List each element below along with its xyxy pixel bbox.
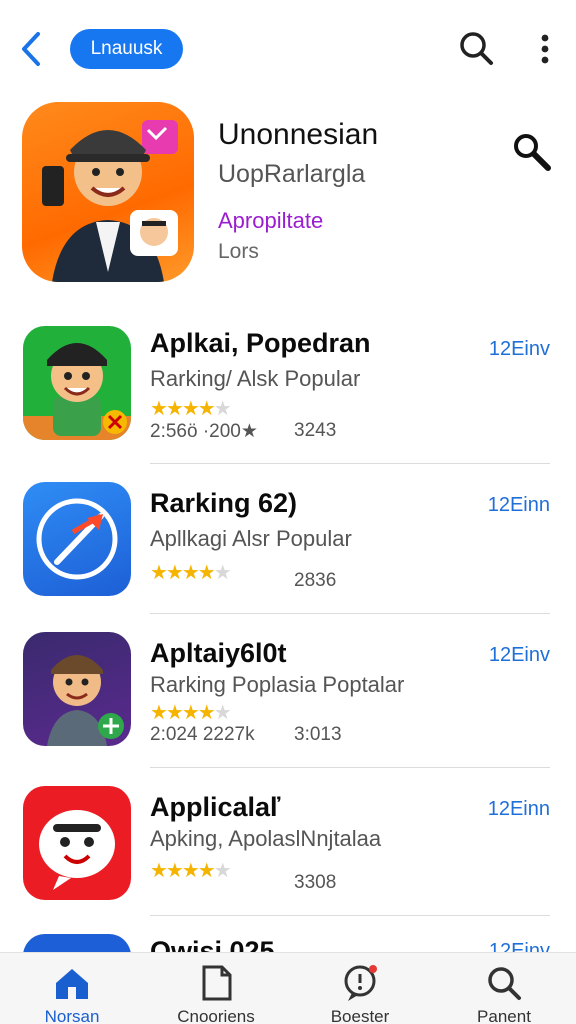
rating-stars: ★★★★★ bbox=[150, 398, 232, 420]
rating-stars: ★★★★★ bbox=[150, 860, 232, 882]
nav-item-chat[interactable]: Boester bbox=[288, 953, 432, 1024]
nav-item-search[interactable]: Panent bbox=[432, 953, 576, 1024]
back-button[interactable] bbox=[14, 28, 50, 70]
compass-icon bbox=[36, 498, 118, 580]
featured-app-subtitle: UopRarlargla bbox=[218, 160, 366, 188]
more-vertical-icon bbox=[541, 34, 549, 64]
app-count: 3:013 bbox=[294, 724, 342, 745]
app-description: Rarking/ Alsk Popular bbox=[150, 366, 361, 391]
more-options-button[interactable] bbox=[530, 30, 560, 68]
app-row[interactable]: Apltaiy6l0t Rarking Poplasia Poptalar ★★… bbox=[0, 630, 576, 768]
app-count: 3243 bbox=[294, 420, 337, 441]
featured-app-icon[interactable] bbox=[22, 102, 194, 282]
app-icon[interactable] bbox=[23, 482, 131, 596]
featured-app-meta: Lors bbox=[218, 240, 259, 263]
rating-stars: ★★★★★ bbox=[150, 562, 232, 584]
document-icon bbox=[202, 965, 232, 1001]
app-description: Rarking Poplasia Poptalar bbox=[150, 672, 405, 697]
app-name[interactable]: Apltaiy6l0t bbox=[150, 638, 287, 669]
nav-label: Boester bbox=[330, 1007, 390, 1024]
app-size: 12Einv bbox=[488, 338, 550, 360]
app-row[interactable]: Rarking 62) Apllkagi Alsr Popular ★★★★★ … bbox=[0, 480, 576, 614]
featured-app-title[interactable]: Unonnesian bbox=[218, 118, 378, 152]
chat-bubble-icon bbox=[344, 965, 377, 1001]
search-icon bbox=[514, 134, 551, 171]
app-size: 12Einn bbox=[487, 494, 550, 516]
bottom-navigation: Norsan Cnooriens Boester Panent bbox=[0, 952, 576, 1024]
app-name[interactable]: Applicalaľ bbox=[150, 792, 280, 823]
cartoon-character-icon bbox=[23, 343, 131, 440]
divider bbox=[150, 767, 550, 768]
app-size: 12Einv bbox=[488, 940, 550, 952]
app-meta: 2:024 2227k bbox=[150, 724, 255, 745]
app-description: Apllkagi Alsr Popular bbox=[150, 526, 352, 551]
app-icon[interactable] bbox=[23, 786, 131, 900]
divider bbox=[150, 463, 550, 464]
app-size: 12Einn bbox=[487, 798, 550, 820]
app-icon[interactable] bbox=[23, 632, 131, 746]
app-size: 12Einv bbox=[488, 644, 550, 666]
chevron-left-icon bbox=[22, 32, 40, 66]
app-row[interactable]: Owisi 025 12Einv bbox=[0, 932, 576, 952]
nav-label: Norsan bbox=[44, 1007, 100, 1024]
divider bbox=[150, 613, 550, 614]
nav-item-home[interactable]: Norsan bbox=[0, 953, 144, 1024]
featured-search-button[interactable] bbox=[508, 128, 556, 176]
mascot-icon bbox=[42, 120, 178, 282]
app-icon[interactable] bbox=[23, 326, 131, 440]
divider bbox=[150, 915, 550, 916]
app-meta: 2:56ö ·200★ bbox=[150, 421, 258, 442]
top-bar: Lnauusk bbox=[0, 0, 576, 98]
app-row[interactable]: Applicalaľ Apking, ApolaslNnjtalaa ★★★★★… bbox=[0, 784, 576, 916]
app-name[interactable]: Rarking 62) bbox=[150, 488, 297, 519]
app-name[interactable]: Aplkai, Popedran bbox=[150, 328, 371, 359]
smiling-face-icon bbox=[39, 810, 115, 890]
category-pill[interactable]: Lnauusk bbox=[70, 29, 183, 69]
search-icon bbox=[460, 32, 493, 65]
app-description: Apking, ApolaslNnjtalaa bbox=[150, 826, 382, 851]
featured-app-link[interactable]: Apropiltate bbox=[218, 208, 323, 234]
home-icon bbox=[56, 969, 88, 999]
app-icon[interactable] bbox=[23, 934, 131, 952]
app-row[interactable]: Aplkai, Popedran Rarking/ Alsk Popular ★… bbox=[0, 324, 576, 464]
rating-stars: ★★★★★ bbox=[150, 702, 232, 724]
nav-label: Cnooriens bbox=[177, 1007, 255, 1024]
app-name[interactable]: Owisi 025 bbox=[150, 936, 275, 952]
nav-label: Panent bbox=[477, 1007, 531, 1024]
nav-item-documents[interactable]: Cnooriens bbox=[144, 953, 288, 1024]
search-button[interactable] bbox=[456, 28, 496, 68]
cartoon-character-icon bbox=[47, 655, 124, 746]
search-icon bbox=[488, 967, 521, 1000]
app-count: 3308 bbox=[294, 872, 337, 893]
app-count: 2836 bbox=[294, 570, 337, 591]
